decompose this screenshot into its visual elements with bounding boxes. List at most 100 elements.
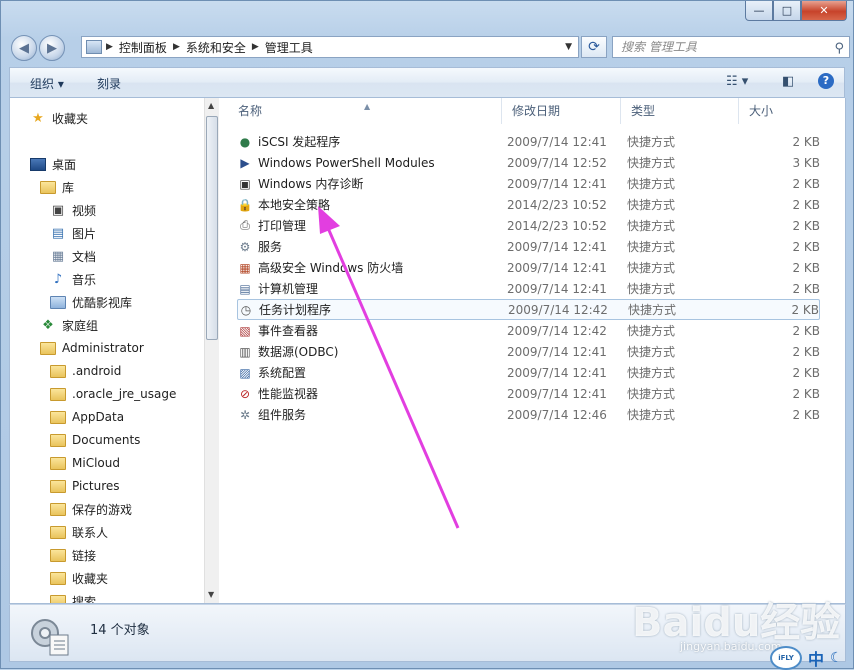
- moon-icon[interactable]: ☾: [830, 650, 843, 666]
- nav-pictures[interactable]: ▤ 图片: [50, 223, 96, 243]
- help-icon[interactable]: ?: [818, 73, 834, 89]
- file-date: 2009/7/14 12:41: [507, 386, 607, 401]
- forward-button[interactable]: ▶: [39, 35, 65, 61]
- nav-folder-item[interactable]: AppData: [50, 407, 124, 427]
- nav-video[interactable]: ▣ 视频: [50, 200, 96, 220]
- nav-folder-label: MiCloud: [72, 456, 120, 470]
- address-bar[interactable]: ▶ 控制面板 ▶ 系统和安全 ▶ 管理工具 ▼: [81, 36, 579, 58]
- homegroup-icon: ❖: [42, 317, 54, 333]
- organize-button[interactable]: 组织 ▾: [30, 75, 64, 92]
- nav-folder-item[interactable]: Pictures: [50, 476, 120, 496]
- file-type: 快捷方式: [627, 219, 676, 233]
- file-size: 3 KB: [792, 155, 820, 170]
- file-row[interactable]: 🔒 本地安全策略 2014/2/23 10:52 快捷方式 2 KB: [237, 194, 820, 215]
- folder-icon: [50, 478, 66, 494]
- search-input[interactable]: 搜索 管理工具 ⚲: [612, 36, 850, 58]
- file-type: 快捷方式: [627, 282, 676, 296]
- view-options-icon[interactable]: ☷ ▾: [726, 74, 748, 89]
- file-name: 计算机管理: [258, 282, 319, 296]
- file-type: 快捷方式: [627, 135, 676, 149]
- file-size: 2 KB: [792, 134, 820, 149]
- nav-folder-item[interactable]: MiCloud: [50, 453, 120, 473]
- file-row[interactable]: ▦ 高级安全 Windows 防火墙 2009/7/14 12:41 快捷方式 2 KB: [237, 257, 820, 278]
- file-size: 2 KB: [792, 281, 820, 296]
- ime-language[interactable]: 中: [808, 646, 824, 670]
- column-header-date[interactable]: 修改日期: [502, 98, 621, 124]
- file-row[interactable]: ⚙ 服务 2009/7/14 12:41 快捷方式 2 KB: [237, 236, 820, 257]
- file-row[interactable]: ✲ 组件服务 2009/7/14 12:46 快捷方式 2 KB: [237, 404, 820, 425]
- breadcrumb-admin-tools[interactable]: 管理工具: [259, 39, 319, 56]
- folder-icon: [50, 570, 66, 586]
- navigation-scrollbar[interactable]: ▲ ▼: [204, 98, 219, 603]
- back-button[interactable]: ◀: [11, 35, 37, 61]
- file-row[interactable]: ⎙ 打印管理 2014/2/23 10:52 快捷方式 2 KB: [237, 215, 820, 236]
- refresh-button[interactable]: ⟳: [581, 36, 607, 58]
- security-policy-icon: 🔒: [237, 197, 253, 212]
- input-method-indicator[interactable]: iFLY 中 ☾: [770, 646, 843, 670]
- ifly-logo: iFLY: [770, 646, 802, 670]
- nav-youku[interactable]: 优酷影视库: [50, 292, 132, 312]
- file-name: Windows PowerShell Modules: [258, 155, 435, 170]
- computer-management-icon: ▤: [239, 281, 251, 296]
- file-row[interactable]: ▤ 计算机管理 2009/7/14 12:41 快捷方式 2 KB: [237, 278, 820, 299]
- close-button[interactable]: ✕: [801, 1, 847, 21]
- nav-folder-item[interactable]: 保存的游戏: [50, 499, 132, 519]
- nav-favorites[interactable]: ★ 收藏夹: [30, 108, 88, 128]
- minimize-button[interactable]: —: [745, 1, 773, 21]
- file-name: 任务计划程序: [259, 303, 332, 317]
- search-placeholder: 搜索 管理工具: [621, 40, 697, 54]
- file-size: 2 KB: [792, 365, 820, 380]
- nav-folder-label: 保存的游戏: [72, 502, 133, 517]
- services-gear-icon: ⚙: [239, 239, 251, 254]
- nav-desktop[interactable]: 桌面: [30, 154, 76, 174]
- scrollbar-thumb[interactable]: [206, 116, 218, 340]
- maximize-button[interactable]: □: [773, 1, 801, 21]
- file-date: 2009/7/14 12:41: [507, 134, 607, 149]
- address-dropdown-icon[interactable]: ▼: [565, 42, 572, 52]
- file-row[interactable]: ▣ Windows 内存诊断 2009/7/14 12:41 快捷方式 2 KB: [237, 173, 820, 194]
- nav-folder-item[interactable]: 收藏夹: [50, 568, 108, 588]
- file-row[interactable]: ▶ Windows PowerShell Modules 2009/7/14 12:…: [237, 152, 820, 173]
- nav-folder-label: .oracle_jre_usage: [72, 387, 177, 401]
- nav-folder-item[interactable]: 联系人: [50, 522, 108, 542]
- burn-button[interactable]: 刻录: [97, 75, 121, 92]
- admin-tools-large-icon: [31, 619, 69, 656]
- file-type: 快捷方式: [627, 345, 676, 359]
- search-icon[interactable]: ⚲: [834, 39, 844, 59]
- nav-library[interactable]: 库: [40, 177, 74, 197]
- column-header-name[interactable]: 名称 ▲: [228, 98, 502, 124]
- file-name: iSCSI 发起程序: [258, 135, 341, 149]
- nav-documents[interactable]: ▦ 文档: [50, 246, 96, 266]
- column-header-size[interactable]: 大小: [739, 98, 819, 124]
- file-row[interactable]: ▨ 系统配置 2009/7/14 12:41 快捷方式 2 KB: [237, 362, 820, 383]
- file-name: 性能监视器: [258, 387, 319, 401]
- file-date: 2014/2/23 10:52: [507, 218, 607, 233]
- nav-folder-item[interactable]: .oracle_jre_usage: [50, 384, 176, 404]
- file-row[interactable]: ◷ 任务计划程序 2009/7/14 12:42 快捷方式 2 KB: [237, 299, 820, 320]
- nav-folder-item[interactable]: .android: [50, 361, 121, 381]
- scroll-up-icon[interactable]: ▲: [208, 101, 214, 110]
- file-size: 2 KB: [792, 176, 820, 191]
- scroll-down-icon[interactable]: ▼: [208, 590, 214, 599]
- nav-folder-item[interactable]: Documents: [50, 430, 140, 450]
- file-row[interactable]: ● iSCSI 发起程序 2009/7/14 12:41 快捷方式 2 KB: [237, 131, 820, 152]
- nav-homegroup[interactable]: ❖ 家庭组: [40, 315, 98, 335]
- file-size: 2 KB: [792, 344, 820, 359]
- preview-pane-icon[interactable]: ◧: [782, 74, 794, 89]
- file-size: 2 KB: [792, 407, 820, 422]
- file-date: 2009/7/14 12:41: [507, 176, 607, 191]
- nav-user-label: Administrator: [62, 341, 144, 355]
- nav-folder-item[interactable]: 搜索: [50, 591, 96, 603]
- music-icon: ♪: [53, 271, 63, 287]
- explorer-window: — □ ✕ ◀ ▶ ▶ 控制面板 ▶ 系统和安全 ▶ 管理工具 ▼ ⟳ 搜索 管…: [0, 0, 854, 669]
- file-date: 2009/7/14 12:41: [507, 239, 607, 254]
- file-row[interactable]: ⊘ 性能监视器 2009/7/14 12:41 快捷方式 2 KB: [237, 383, 820, 404]
- nav-user[interactable]: Administrator: [40, 338, 144, 358]
- nav-music[interactable]: ♪ 音乐: [50, 269, 96, 289]
- nav-folder-item[interactable]: 链接: [50, 545, 96, 565]
- column-header-type[interactable]: 类型: [621, 98, 739, 124]
- breadcrumb-system-security[interactable]: 系统和安全: [180, 39, 252, 56]
- breadcrumb-control-panel[interactable]: 控制面板: [113, 39, 173, 56]
- file-row[interactable]: ▥ 数据源(ODBC) 2009/7/14 12:41 快捷方式 2 KB: [237, 341, 820, 362]
- file-row[interactable]: ▧ 事件查看器 2009/7/14 12:42 快捷方式 2 KB: [237, 320, 820, 341]
